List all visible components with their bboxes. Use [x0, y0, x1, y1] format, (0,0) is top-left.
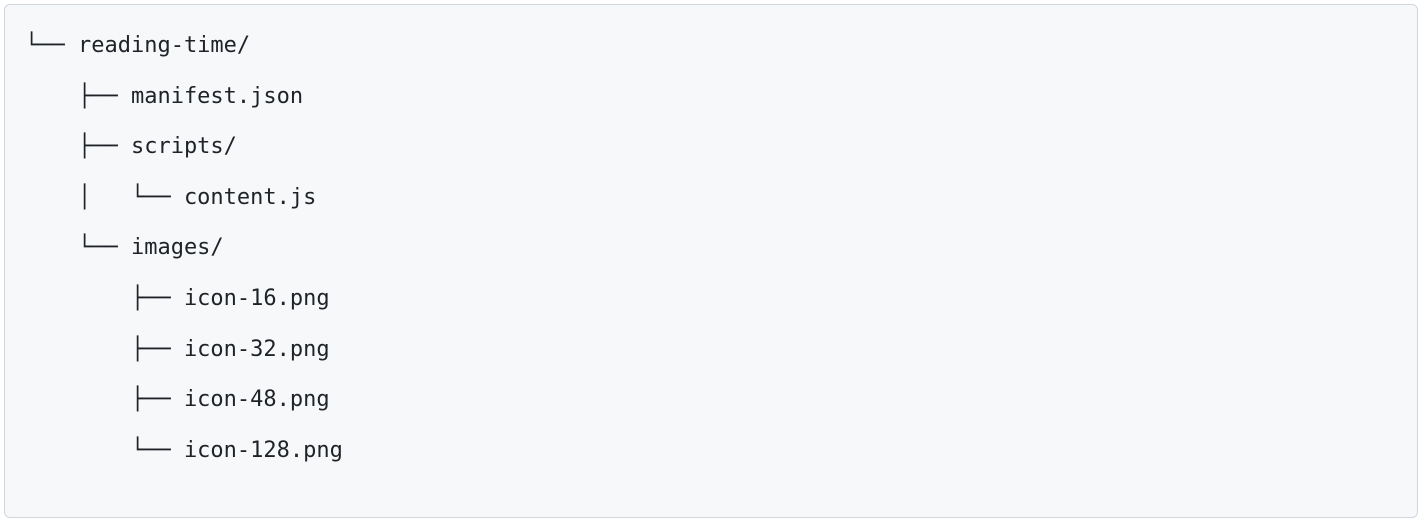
tree-line: ├── scripts/ — [25, 122, 1397, 173]
tree-line: ├── manifest.json — [25, 72, 1397, 123]
directory-tree: └── reading-time/ ├── manifest.json ├── … — [4, 4, 1418, 518]
tree-line: │ └── content.js — [25, 173, 1397, 224]
tree-line: └── images/ — [25, 223, 1397, 274]
tree-line: ├── icon-16.png — [25, 274, 1397, 325]
tree-line: ├── icon-48.png — [25, 375, 1397, 426]
tree-line: └── reading-time/ — [25, 21, 1397, 72]
tree-line: └── icon-128.png — [25, 426, 1397, 477]
tree-line: ├── icon-32.png — [25, 325, 1397, 376]
